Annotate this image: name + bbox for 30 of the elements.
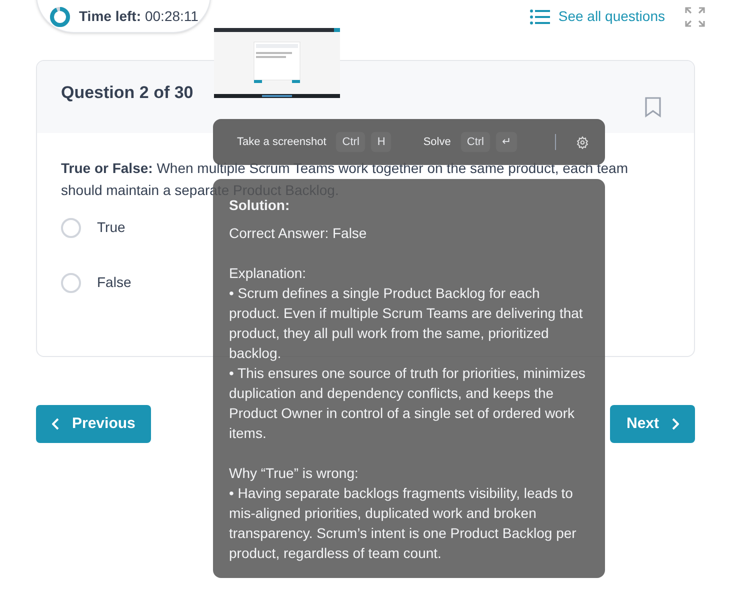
shortcut-label[interactable]: Take a screenshot: [237, 134, 326, 150]
key-cap: ↵: [496, 132, 517, 152]
bookmark-icon[interactable]: [644, 96, 662, 118]
see-all-questions-link[interactable]: See all questions: [530, 6, 665, 27]
correct-answer-text: Correct Answer: False: [229, 224, 368, 243]
timer-ring-icon: [49, 6, 71, 28]
key-cap: Ctrl: [336, 132, 366, 152]
chevron-right-icon: [671, 418, 679, 430]
solution-title: Solution:: [229, 197, 290, 215]
key-cap: Ctrl: [460, 132, 490, 152]
next-button[interactable]: Next: [610, 405, 695, 443]
timer-label: Time left:: [79, 7, 141, 26]
bullet-text: • Scrum defines a single Product Backlog for each product. Even if multiple Scrum Teams are delivering that product, they all pull work from the same, prioritized backlog.: [229, 284, 584, 363]
previous-button[interactable]: Previous: [36, 405, 152, 443]
radio-button[interactable]: [61, 272, 81, 292]
radio-button[interactable]: [61, 218, 81, 238]
answer-option[interactable]: False: [61, 272, 132, 293]
settings-icon[interactable]: [576, 136, 589, 148]
fullscreen-icon[interactable]: [685, 6, 705, 26]
list-icon: [530, 8, 550, 24]
bullet-text: • Having separate backlogs fragments visibility, leads to mis-aligned priorities, duplicated work and broken transparency. Scrum’s intent is one Product Backlog per product, regardless of team count.: [229, 484, 578, 563]
bullet-text: • This ensures one source of truth for priorities, minimizes duplication and dependency conflicts, and keeps the Product Owner in control of a single set of ordered work items.: [229, 364, 586, 443]
shortcut-label[interactable]: Solve: [423, 134, 451, 150]
section-heading: Why “True” is wrong:: [229, 464, 360, 483]
chevron-left-icon: [52, 418, 60, 430]
answer-option[interactable]: True: [61, 217, 126, 238]
section-heading: Explanation:: [229, 264, 308, 283]
timer-value: 00:28:11: [144, 7, 198, 26]
question-title: Question 2 of 30: [61, 82, 194, 104]
key-cap: H: [371, 132, 392, 152]
